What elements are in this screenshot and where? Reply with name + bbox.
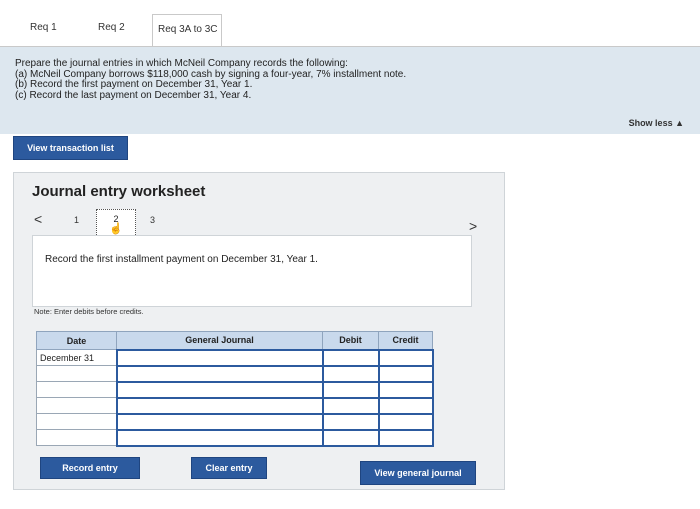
account-input[interactable] xyxy=(115,428,324,447)
prev-arrow-icon[interactable]: < xyxy=(34,211,42,227)
next-arrow-icon[interactable]: > xyxy=(469,218,477,234)
page-1[interactable]: 1 xyxy=(74,215,79,225)
table-row xyxy=(36,396,434,415)
instructions-text: Prepare the journal entries in which McN… xyxy=(15,58,406,101)
debit-input[interactable] xyxy=(321,348,380,367)
tab-req-2[interactable]: Req 2 xyxy=(98,16,125,46)
debit-input[interactable] xyxy=(321,396,380,415)
credit-input[interactable] xyxy=(377,396,434,415)
journal-entry-worksheet: Journal entry worksheet < 1 2 ☝ 3 > Reco… xyxy=(13,172,505,490)
date-cell[interactable] xyxy=(36,381,117,398)
account-input[interactable] xyxy=(115,364,324,383)
credit-input[interactable] xyxy=(377,348,434,367)
date-cell[interactable] xyxy=(36,429,117,446)
page-3[interactable]: 3 xyxy=(150,215,155,225)
table-row xyxy=(36,364,434,383)
tab-req-3a-to-3c[interactable]: Req 3A to 3C xyxy=(152,14,222,48)
header-debit: Debit xyxy=(322,331,379,350)
hand-cursor-icon: ☝ xyxy=(109,223,123,235)
account-input[interactable] xyxy=(115,348,324,367)
table-row xyxy=(36,428,434,447)
debit-input[interactable] xyxy=(321,380,380,399)
table-row xyxy=(36,380,434,399)
header-general-journal: General Journal xyxy=(116,331,323,350)
requirement-tabs: Req 1 Req 2 Req 3A to 3C xyxy=(0,0,700,48)
tab-req-1[interactable]: Req 1 xyxy=(30,16,57,46)
date-cell[interactable]: December 31 xyxy=(36,349,117,366)
header-credit: Credit xyxy=(378,331,433,350)
credit-input[interactable] xyxy=(377,428,434,447)
instruction-line: Prepare the journal entries in which McN… xyxy=(15,58,348,69)
instruction-line: (b) Record the first payment on December… xyxy=(15,79,253,90)
journal-table: Date General Journal Debit Credit Decemb… xyxy=(36,331,434,447)
view-transaction-list-button[interactable]: View transaction list xyxy=(13,136,128,160)
debit-input[interactable] xyxy=(321,364,380,383)
note-text: Note: Enter debits before credits. xyxy=(34,307,144,316)
account-input[interactable] xyxy=(115,412,324,431)
account-input[interactable] xyxy=(115,380,324,399)
task-text: Record the first installment payment on … xyxy=(45,254,318,265)
date-cell[interactable] xyxy=(36,397,117,414)
instructions-panel: Prepare the journal entries in which McN… xyxy=(0,46,700,134)
task-box: Record the first installment payment on … xyxy=(32,235,472,307)
worksheet-title: Journal entry worksheet xyxy=(32,183,206,200)
credit-input[interactable] xyxy=(377,380,434,399)
instruction-line: (c) Record the last payment on December … xyxy=(15,89,252,101)
header-date: Date xyxy=(36,331,117,350)
account-input[interactable] xyxy=(115,396,324,415)
credit-input[interactable] xyxy=(377,364,434,383)
date-cell[interactable] xyxy=(36,365,117,382)
show-less-link[interactable]: Show less ▲ xyxy=(629,118,684,128)
debit-input[interactable] xyxy=(321,428,380,447)
credit-input[interactable] xyxy=(377,412,434,431)
table-row: December 31 xyxy=(36,348,434,367)
record-entry-button[interactable]: Record entry xyxy=(40,457,140,479)
debit-input[interactable] xyxy=(321,412,380,431)
clear-entry-button[interactable]: Clear entry xyxy=(191,457,267,479)
table-row xyxy=(36,412,434,431)
date-cell[interactable] xyxy=(36,413,117,430)
view-general-journal-button[interactable]: View general journal xyxy=(360,461,476,485)
